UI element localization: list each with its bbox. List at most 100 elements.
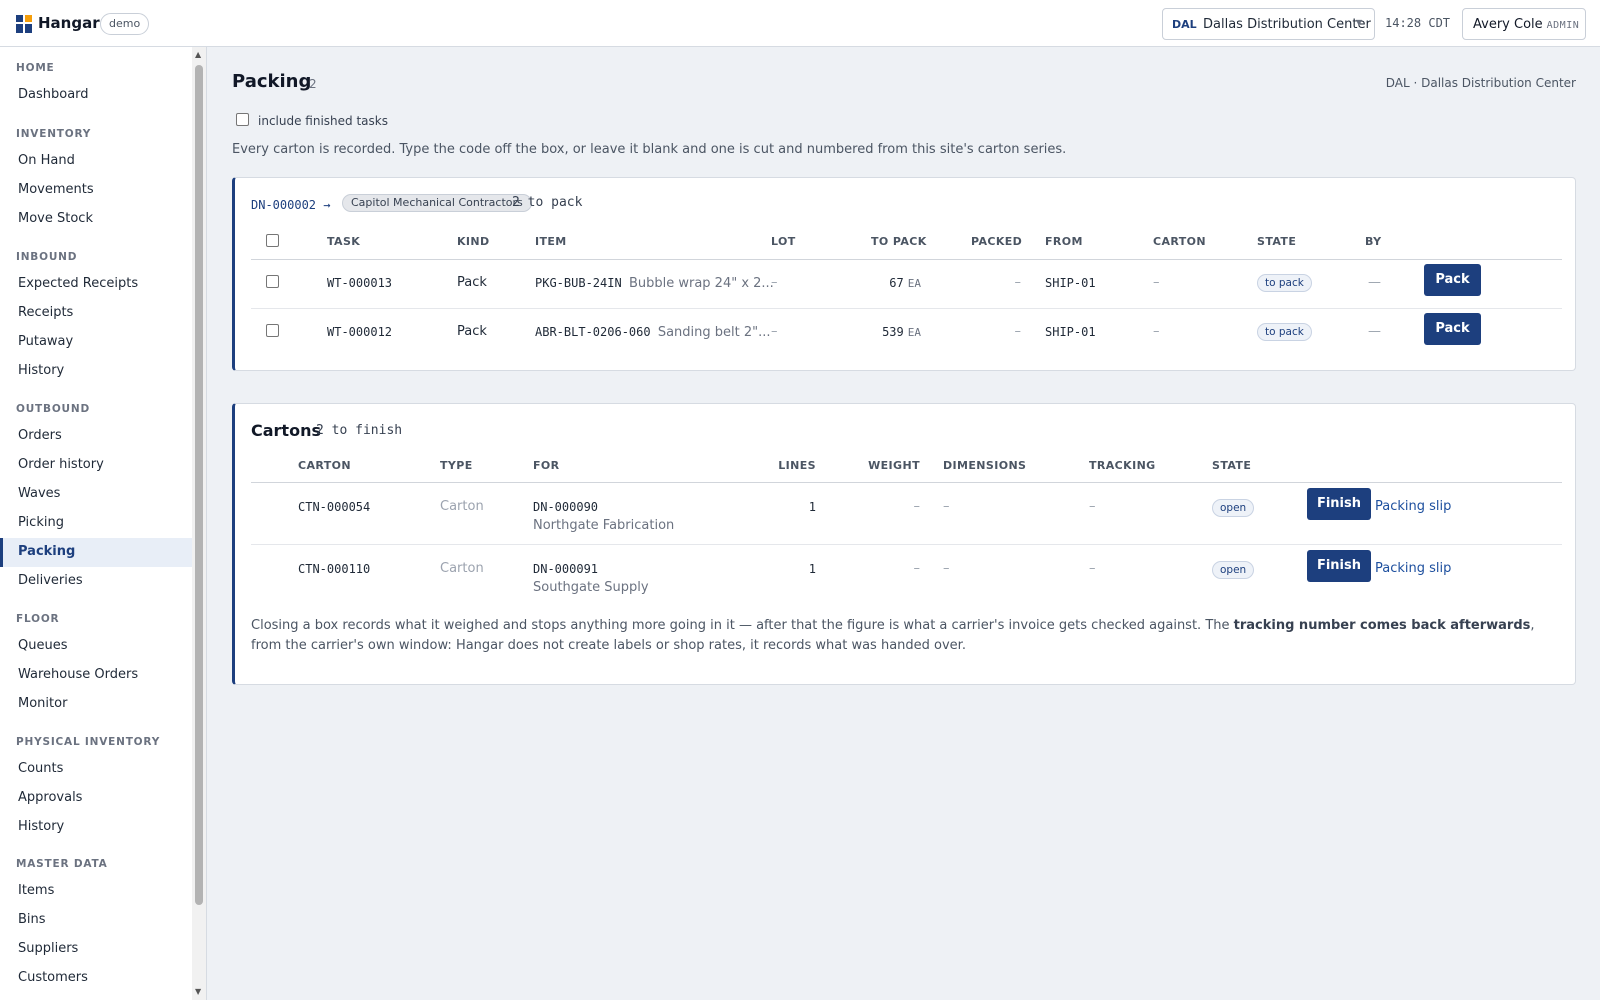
sidebar-item-putaway[interactable]: Putaway	[0, 328, 192, 357]
col-weight[interactable]: WEIGHT	[860, 459, 920, 472]
carton-id[interactable]: CTN-000110	[298, 562, 370, 576]
sidebar-item-physical-history[interactable]: History	[0, 813, 192, 842]
col-state[interactable]: STATE	[1257, 235, 1296, 248]
top-bar: Hangar demo DAL Dallas Distribution Cent…	[0, 0, 1600, 47]
task-id[interactable]: WT-000013	[327, 276, 392, 290]
scroll-down-icon[interactable]: ▼	[195, 987, 201, 996]
col-carton[interactable]: CARTON	[298, 459, 351, 472]
sidebar-item-counts[interactable]: Counts	[0, 755, 192, 784]
col-carton[interactable]: CARTON	[1153, 235, 1206, 248]
row-checkbox[interactable]	[266, 275, 279, 288]
carton-type: Carton	[440, 561, 484, 576]
sidebar-item-orders[interactable]: Orders	[0, 422, 192, 451]
col-from[interactable]: FROM	[1045, 235, 1083, 248]
for-delivery[interactable]: DN-000090	[533, 500, 598, 514]
col-task[interactable]: TASK	[327, 235, 360, 248]
col-lot[interactable]: LOT	[771, 235, 796, 248]
col-by[interactable]: BY	[1365, 235, 1382, 248]
col-dimensions[interactable]: DIMENSIONS	[943, 459, 1026, 472]
app-name[interactable]: Hangar	[38, 14, 100, 32]
chevron-down-icon: ▼	[1355, 18, 1362, 27]
state-badge: to pack	[1257, 274, 1312, 292]
sidebar-item-on-hand[interactable]: On Hand	[0, 147, 192, 176]
row-divider	[251, 308, 1562, 309]
sidebar-item-monitor[interactable]: Monitor	[0, 690, 192, 719]
sidebar-item-queues[interactable]: Queues	[0, 632, 192, 661]
carton-id[interactable]: CTN-000054	[298, 500, 370, 514]
weight-cell: –	[913, 561, 921, 576]
sidebar-item-customers[interactable]: Customers	[0, 964, 192, 993]
sidebar-item-inbound-history[interactable]: History	[0, 357, 192, 386]
nav-section-inbound: INBOUND	[16, 251, 78, 263]
site-selector[interactable]: DAL Dallas Distribution Center ▼	[1162, 8, 1375, 40]
sidebar-scrollbar[interactable]: ▲ ▼	[192, 47, 206, 1000]
finish-button[interactable]: Finish	[1307, 488, 1371, 520]
sidebar-item-deliveries[interactable]: Deliveries	[0, 567, 192, 596]
sidebar-item-waves[interactable]: Waves	[0, 480, 192, 509]
col-type[interactable]: TYPE	[440, 459, 473, 472]
sidebar-item-suppliers[interactable]: Suppliers	[0, 935, 192, 964]
cartons-card: Cartons 2 to finish CARTON TYPE FOR LINE…	[232, 403, 1576, 685]
user-menu-button[interactable]: Avery Cole ADMIN	[1462, 8, 1586, 40]
carton-cell: –	[1153, 275, 1160, 290]
pack-button[interactable]: Pack	[1424, 313, 1481, 345]
col-lines[interactable]: LINES	[766, 459, 816, 472]
sidebar-item-order-history[interactable]: Order history	[0, 451, 192, 480]
col-tracking[interactable]: TRACKING	[1089, 459, 1156, 472]
tracking-cell: –	[1089, 499, 1096, 514]
lines-cell: 1	[808, 500, 816, 514]
col-to-pack[interactable]: TO PACK	[871, 235, 926, 248]
pack-button[interactable]: Pack	[1424, 264, 1481, 296]
for-customer: Northgate Fabrication	[533, 518, 675, 533]
sidebar-item-approvals[interactable]: Approvals	[0, 784, 192, 813]
sidebar-item-dashboard[interactable]: Dashboard	[0, 81, 192, 110]
page-count: 2	[309, 77, 317, 91]
delivery-link[interactable]: DN-000002 →	[251, 198, 331, 212]
carton-cell: –	[1153, 324, 1160, 339]
col-item[interactable]: ITEM	[535, 235, 567, 248]
sidebar-item-expected-receipts[interactable]: Expected Receipts	[0, 270, 192, 299]
packed-cell: –	[1014, 275, 1022, 290]
lot-cell: –	[771, 324, 778, 339]
col-state[interactable]: STATE	[1212, 459, 1251, 472]
from-bin: SHIP-01	[1045, 325, 1096, 339]
select-all-checkbox[interactable]	[266, 234, 279, 247]
env-badge: demo	[100, 13, 150, 35]
lines-cell: 1	[808, 562, 816, 576]
by-cell: —	[1368, 275, 1381, 290]
intro-text: Every carton is recorded. Type the code …	[232, 142, 1067, 157]
include-finished-checkbox[interactable]	[236, 113, 249, 126]
sidebar-item-receipts[interactable]: Receipts	[0, 299, 192, 328]
task-id[interactable]: WT-000012	[327, 325, 392, 339]
include-finished-label[interactable]: include finished tasks	[258, 114, 388, 128]
user-name: Avery Cole	[1473, 17, 1543, 32]
sidebar-item-packing[interactable]: Packing	[0, 538, 192, 567]
scroll-up-icon[interactable]: ▲	[195, 50, 201, 59]
state-badge: open	[1212, 499, 1255, 517]
sidebar-item-move-stock[interactable]: Move Stock	[0, 205, 192, 234]
col-packed[interactable]: PACKED	[971, 235, 1022, 248]
by-cell: —	[1368, 324, 1381, 339]
packing-slip-link[interactable]: Packing slip	[1375, 561, 1451, 576]
page-site-label: DAL · Dallas Distribution Center	[1385, 76, 1576, 90]
packing-slip-link[interactable]: Packing slip	[1375, 499, 1451, 514]
sidebar-item-picking[interactable]: Picking	[0, 509, 192, 538]
sidebar-item-items[interactable]: Items	[0, 877, 192, 906]
col-kind[interactable]: KIND	[457, 235, 490, 248]
for-delivery[interactable]: DN-000091	[533, 562, 598, 576]
finish-button[interactable]: Finish	[1307, 550, 1371, 582]
nav-section-outbound: OUTBOUND	[16, 403, 90, 415]
site-name: Dallas Distribution Center	[1203, 17, 1371, 32]
sidebar-item-bins[interactable]: Bins	[0, 906, 192, 935]
sidebar-item-warehouse-orders[interactable]: Warehouse Orders	[0, 661, 192, 690]
dimensions-cell: –	[943, 561, 950, 576]
sidebar: HOME Dashboard INVENTORY On Hand Movemen…	[0, 47, 207, 1000]
tracking-cell: –	[1089, 561, 1096, 576]
from-bin: SHIP-01	[1045, 276, 1096, 290]
arrow-right-icon: →	[323, 198, 331, 212]
row-checkbox[interactable]	[266, 324, 279, 337]
scrollbar-thumb[interactable]	[195, 65, 203, 905]
col-for[interactable]: FOR	[533, 459, 560, 472]
sidebar-item-movements[interactable]: Movements	[0, 176, 192, 205]
carton-type: Carton	[440, 499, 484, 514]
